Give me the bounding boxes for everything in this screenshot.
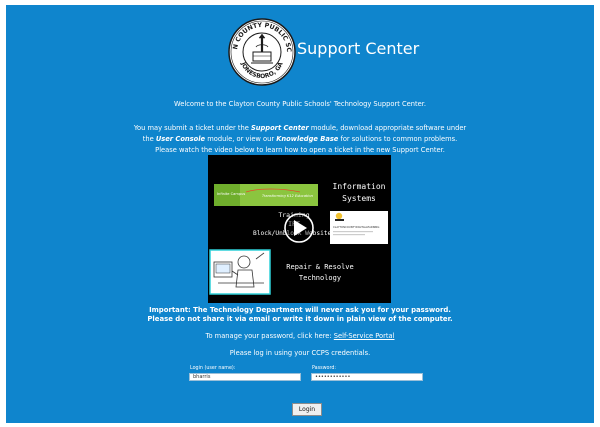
intro-line-2: the User Console module, or view our Kno… [6,134,594,145]
password-input[interactable] [311,373,423,381]
user-console-term: User Console [155,135,206,143]
password-help: To manage your password, click here: Sel… [6,332,594,340]
intro-line-1: You may submit a ticket under the Suppor… [6,123,594,134]
thumbnail-caption: CLAYTONCOUNTYDIGITALLEARNING [333,225,379,229]
repair-illustration [209,249,271,295]
knowledge-base-term: Knowledge Base [276,135,339,143]
password-label: Password: [312,366,337,371]
password-help-text: To manage your password, click here: [205,332,334,340]
login-button[interactable]: Login [292,403,322,416]
page-background: CLAYTON COUNTY PUBLIC SCHOOLS JONESBORO,… [6,5,594,423]
password-warning: Important: The Technology Department wil… [6,306,594,324]
welcome-text: Welcome to the Clayton County Public Sch… [174,100,426,108]
info-systems-line-1: Information [333,182,386,191]
header: CLAYTON COUNTY PUBLIC SCHOOLS JONESBORO,… [226,16,426,90]
self-service-portal-link[interactable]: Self-Service Portal [334,332,395,340]
intro-paragraph: You may submit a ticket under the Suppor… [6,123,594,156]
repair-line-2: Technology [299,274,341,282]
username-input[interactable] [189,373,301,381]
repair-line-1: Repair & Resolve [286,263,353,271]
intro-text: for solutions to common problems. [338,135,458,143]
play-icon[interactable] [284,213,314,243]
intro-text: the [142,135,156,143]
warning-line-1: Important: The Technology Department wil… [149,306,451,314]
tutorial-video[interactable]: Infinite Campus Transforming K12 Educati… [208,155,391,303]
intro-text: module, or view our [205,135,277,143]
login-prompt: Please log in using your CCPS credential… [229,349,371,357]
info-systems-line-2: Systems [342,194,376,203]
banner-tagline: Transforming K12 Education [262,194,314,198]
banner-small-text: Infinite Campus [217,192,245,196]
support-center-term: Support Center [250,124,309,132]
page-title: Support Center [297,39,420,58]
warning-line-2: Please do not share it via email or writ… [147,315,453,323]
intro-text: You may submit a ticket under the [133,124,251,132]
intro-text: module, download appropriate software un… [308,124,467,132]
school-seal-logo: CLAYTON COUNTY PUBLIC SCHOOLS JONESBORO,… [226,16,296,86]
username-label: Login (user name): [190,366,236,371]
